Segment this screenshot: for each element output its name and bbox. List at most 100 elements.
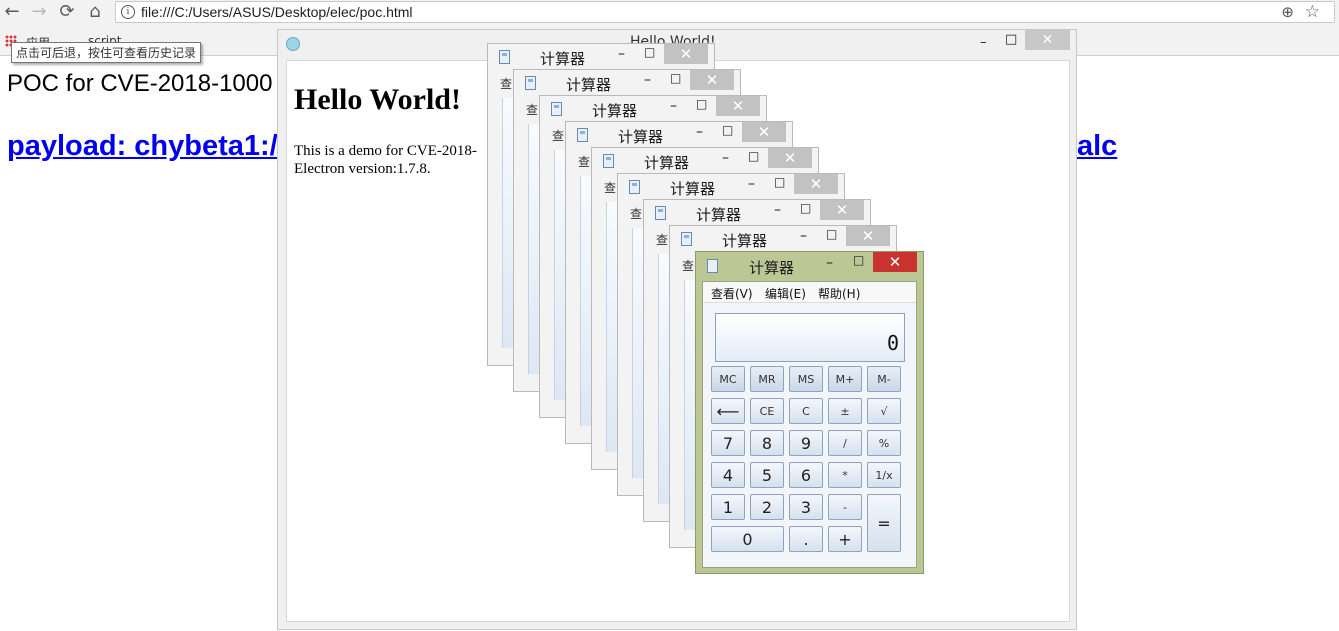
calculator-icon <box>629 180 640 194</box>
key-8[interactable]: 8 <box>750 430 784 456</box>
key-equals[interactable]: = <box>867 494 901 552</box>
back-tooltip: 点击可后退，按住可查看历史记录 <box>11 42 202 63</box>
calculator-icon <box>525 76 536 90</box>
menu-view-partial[interactable]: 查 <box>500 75 512 92</box>
calculator-minimize-button[interactable]: – <box>800 228 807 244</box>
reload-button[interactable]: ⟳ <box>57 2 77 22</box>
calculator-close-button[interactable]: ✕ <box>742 122 786 142</box>
key-plus-minus[interactable]: ± <box>828 398 862 424</box>
calculator-minimize-button[interactable]: – <box>748 176 755 192</box>
calculator-maximize-button[interactable]: □ <box>774 175 785 189</box>
key-ms[interactable]: MS <box>789 366 823 392</box>
key-2[interactable]: 2 <box>750 494 784 520</box>
calculator-close-button[interactable]: ✕ <box>768 148 812 168</box>
key-divide[interactable]: / <box>828 430 862 456</box>
forward-button[interactable]: → <box>29 2 49 22</box>
calculator-maximize-button[interactable]: □ <box>696 97 707 111</box>
calculator-close-button[interactable]: ✕ <box>690 70 734 90</box>
menu-help[interactable]: 帮助(H) <box>818 285 860 302</box>
menu-view-partial[interactable]: 查 <box>604 179 616 196</box>
key-reciprocal[interactable]: 1/x <box>867 462 901 488</box>
key-6[interactable]: 6 <box>789 462 823 488</box>
address-bar[interactable]: i file:///C:/Users/ASUS/Desktop/elec/poc… <box>115 1 1335 23</box>
calculator-title: 计算器 <box>749 259 795 277</box>
calculator-title: 计算器 <box>722 232 768 250</box>
key-c[interactable]: C <box>789 398 823 424</box>
calculator-minimize-button[interactable]: – <box>618 46 625 62</box>
key-1[interactable]: 1 <box>711 494 745 520</box>
calculator-maximize-button[interactable]: □ <box>722 123 733 137</box>
home-button[interactable]: ⌂ <box>85 2 105 22</box>
url-text[interactable]: file:///C:/Users/ASUS/Desktop/elec/poc.h… <box>141 4 413 20</box>
calculator-close-button[interactable]: ✕ <box>873 252 917 272</box>
minimize-button[interactable]: – <box>980 35 987 50</box>
calculator-minimize-button[interactable]: – <box>644 72 651 88</box>
calculator-title: 计算器 <box>618 128 664 146</box>
electron-app-icon <box>286 37 300 51</box>
calculator-minimize-button[interactable]: – <box>826 255 833 271</box>
calculator-maximize-button[interactable]: □ <box>748 149 759 163</box>
calculator-minimize-button[interactable]: – <box>722 150 729 166</box>
key-4[interactable]: 4 <box>711 462 745 488</box>
menu-edit[interactable]: 编辑(E) <box>765 285 806 302</box>
info-icon[interactable]: i <box>121 5 135 19</box>
key-dot[interactable]: . <box>789 526 823 552</box>
hello-heading: Hello World! <box>294 83 461 116</box>
calculator-menubar: 查看(V) 编辑(E) 帮助(H) <box>703 282 916 303</box>
key-mplus[interactable]: M+ <box>828 366 862 392</box>
key-mminus[interactable]: M- <box>867 366 901 392</box>
calculator-maximize-button[interactable]: □ <box>644 45 655 59</box>
back-button[interactable]: ← <box>2 2 22 22</box>
key-add[interactable]: + <box>828 526 862 552</box>
menu-view-partial[interactable]: 查 <box>630 205 642 222</box>
page-heading: POC for CVE-2018-1000 <box>7 70 273 97</box>
calculator-icon <box>603 154 614 168</box>
key-multiply[interactable]: * <box>828 462 862 488</box>
calculator-icon <box>707 259 718 273</box>
calculator-title: 计算器 <box>566 76 612 94</box>
calculator-icon <box>655 206 666 220</box>
key-7[interactable]: 7 <box>711 430 745 456</box>
calculator-icon <box>681 232 692 246</box>
maximize-button[interactable]: □ <box>1005 32 1017 47</box>
calculator-minimize-button[interactable]: – <box>670 98 677 114</box>
menu-view-partial[interactable]: 查 <box>578 153 590 170</box>
key-9[interactable]: 9 <box>789 430 823 456</box>
zoom-icon[interactable]: ⊕ <box>1281 3 1294 21</box>
key-ce[interactable]: CE <box>750 398 784 424</box>
payload-link[interactable]: payload: chybeta1:/ <box>7 130 278 163</box>
version-line: Electron version:1.7.8. <box>294 161 431 177</box>
calculator-close-button[interactable]: ✕ <box>664 44 708 64</box>
calculator-maximize-button[interactable]: □ <box>853 253 864 267</box>
calculator-maximize-button[interactable]: □ <box>800 201 811 215</box>
calculator-close-button[interactable]: ✕ <box>820 200 864 220</box>
calculator-display: 0 <box>715 313 905 362</box>
key-3[interactable]: 3 <box>789 494 823 520</box>
calculator-close-button[interactable]: ✕ <box>716 96 760 116</box>
key-5[interactable]: 5 <box>750 462 784 488</box>
close-button[interactable]: ✕ <box>1025 30 1070 50</box>
star-icon[interactable]: ☆ <box>1305 2 1320 22</box>
menu-view-partial[interactable]: 查 <box>526 101 538 118</box>
key-percent[interactable]: % <box>867 430 901 456</box>
calculator-maximize-button[interactable]: □ <box>670 71 681 85</box>
key-subtract[interactable]: - <box>828 494 862 520</box>
payload-link-tail[interactable]: alc <box>1077 130 1117 163</box>
calculator-close-button[interactable]: ✕ <box>846 226 890 246</box>
calculator-close-button[interactable]: ✕ <box>794 174 838 194</box>
key-sqrt[interactable]: √ <box>867 398 901 424</box>
key-0[interactable]: 0 <box>711 526 784 552</box>
key-mc[interactable]: MC <box>711 366 745 392</box>
calculator-icon <box>551 102 562 116</box>
menu-view-partial[interactable]: 查 <box>656 231 668 248</box>
calculator-minimize-button[interactable]: – <box>774 202 781 218</box>
calculator-client: 查看(V) 编辑(E) 帮助(H) 0 MC MR MS M+ M- ⟵ CE C ± √ 7 8 9/… <box>702 281 917 568</box>
menu-view-partial[interactable]: 查 <box>682 257 694 274</box>
calculator-title: 计算器 <box>644 154 690 172</box>
menu-view[interactable]: 查看(V) <box>711 285 753 302</box>
calculator-minimize-button[interactable]: – <box>696 124 703 140</box>
calculator-maximize-button[interactable]: □ <box>826 227 837 241</box>
key-mr[interactable]: MR <box>750 366 784 392</box>
backspace-key[interactable]: ⟵ <box>711 398 745 424</box>
menu-view-partial[interactable]: 查 <box>552 127 564 144</box>
